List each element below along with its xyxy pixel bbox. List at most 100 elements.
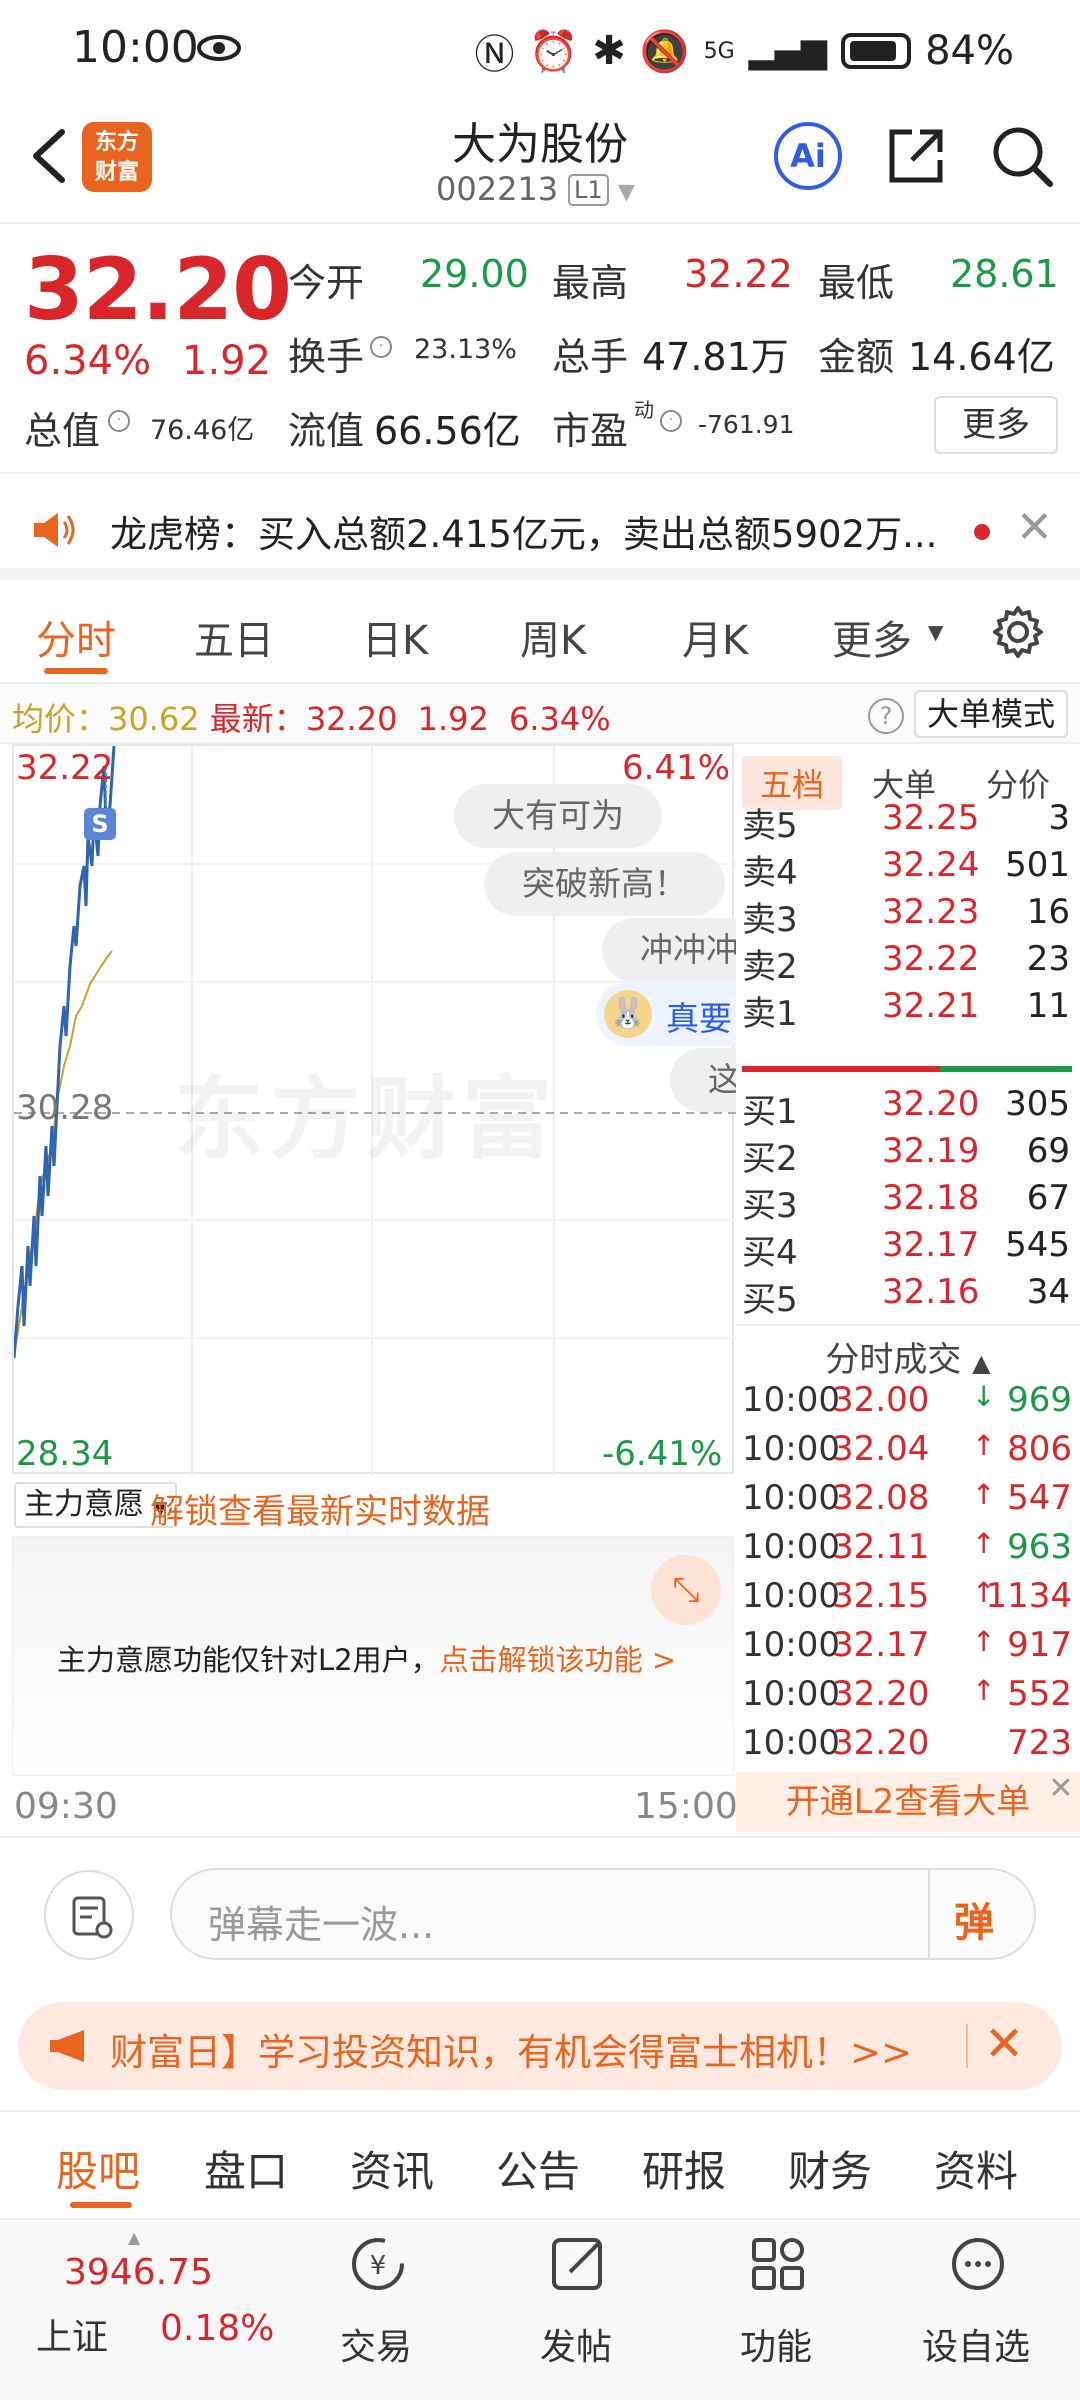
pct-axis-top: 6.41% bbox=[622, 748, 731, 788]
open-value: 29.00 bbox=[420, 252, 529, 296]
nav-add-watchlist[interactable]: 设自选 bbox=[896, 2222, 1056, 2400]
danmaku-bubble[interactable]: 突破新高！ bbox=[484, 852, 725, 916]
tab-more[interactable]: 更多 bbox=[832, 608, 912, 666]
ask-label: 卖4 bbox=[742, 853, 798, 893]
stock-code[interactable]: 002213 bbox=[436, 170, 558, 208]
trade-row[interactable]: 10:00 32.17 ↑ 917 bbox=[742, 1625, 1076, 1675]
unlock-feature-link[interactable]: 点击解锁该功能 > bbox=[440, 1643, 677, 1677]
expand-icon[interactable]: ⤡ bbox=[651, 1555, 721, 1625]
trade-row[interactable]: 10:00 32.08 ↑ 547 bbox=[742, 1478, 1076, 1528]
tab-forum[interactable]: 股吧 bbox=[56, 2138, 140, 2199]
network-icon: 5G bbox=[703, 38, 735, 64]
tab-news[interactable]: 资讯 bbox=[350, 2138, 434, 2199]
promo-banner[interactable]: 财富日】学习投资知识，有机会得富士相机！>> ✕ bbox=[18, 2002, 1062, 2090]
danmaku-bubble[interactable]: 冲冲冲 bbox=[602, 918, 736, 982]
nav-trade[interactable]: ¥ 交易 bbox=[296, 2222, 456, 2400]
trade-row[interactable]: 10:00 32.20 723 bbox=[742, 1723, 1076, 1773]
bid-row[interactable]: 买3 32.18 67 bbox=[742, 1178, 1076, 1226]
nav-post[interactable]: 发帖 bbox=[496, 2222, 656, 2400]
trade-row[interactable]: 10:00 32.00 ↓ 969 bbox=[742, 1380, 1076, 1430]
trade-volume: 552 bbox=[1007, 1674, 1072, 1714]
bid-row[interactable]: 买5 32.16 34 bbox=[742, 1272, 1076, 1320]
quote-panel: 32.20 6.34% 1.92 今开 29.00 最高 32.22 最低 28… bbox=[0, 226, 1080, 472]
tab-daily-k[interactable]: 日K bbox=[362, 608, 428, 666]
tab-market-depth[interactable]: 盘口 bbox=[204, 2138, 288, 2199]
float-label: 流值 bbox=[288, 409, 365, 453]
tab-financials[interactable]: 财务 bbox=[788, 2138, 872, 2199]
banner-text[interactable]: 龙虎榜：买入总额2.415亿元，卖出总额5902万... bbox=[110, 504, 937, 558]
status-bar: 10:00 Ⓝ ⏰ ✱ 🔕 5G ▂▄▆ 84% bbox=[0, 0, 1080, 100]
chevron-down-icon[interactable]: ▼ bbox=[618, 180, 635, 205]
ask-volume: 11 bbox=[1026, 986, 1070, 1026]
trade-volume: 547 bbox=[1007, 1478, 1072, 1518]
content-tabs: 股吧 盘口 资讯 公告 研报 财务 资料 bbox=[0, 2110, 1080, 2220]
news-banner[interactable]: 龙虎榜：买入总额2.415亿元，卖出总额5902万... ✕ bbox=[0, 472, 1080, 580]
ask-row[interactable]: 卖1 32.21 11 bbox=[742, 986, 1076, 1034]
caret-up-icon: ▲ bbox=[972, 1349, 991, 1377]
main-force-panel: ⤡ 主力意愿功能仅针对L2用户，点击解锁该功能 > bbox=[12, 1536, 734, 1776]
info-icon[interactable]: · bbox=[108, 410, 130, 432]
bid-price: 32.19 bbox=[882, 1131, 980, 1171]
ask-row[interactable]: 卖5 32.25 3 bbox=[742, 798, 1076, 846]
pe-superscript: 动 bbox=[634, 398, 654, 422]
nav-functions[interactable]: 功能 bbox=[696, 2222, 856, 2400]
more-button[interactable]: 更多 bbox=[934, 396, 1058, 454]
danmaku-bubble[interactable]: 这 bbox=[670, 1048, 736, 1112]
ai-button[interactable]: Ai bbox=[774, 122, 842, 190]
ask-volume: 3 bbox=[1048, 798, 1070, 838]
info-icon[interactable]: · bbox=[660, 410, 682, 432]
avg-value: 30.62 bbox=[108, 700, 200, 738]
tab-announcements[interactable]: 公告 bbox=[496, 2138, 580, 2199]
close-icon[interactable]: ✕ bbox=[1044, 1774, 1078, 1808]
trade-direction-icon: ↑ bbox=[972, 1674, 996, 1707]
bid-price: 32.16 bbox=[882, 1272, 980, 1312]
info-icon[interactable]: · bbox=[370, 336, 392, 358]
tab-research[interactable]: 研报 bbox=[642, 2138, 726, 2199]
bid-row[interactable]: 买1 32.20 305 bbox=[742, 1084, 1076, 1132]
time-axis-end: 15:00 bbox=[634, 1786, 738, 1827]
bid-row[interactable]: 买4 32.17 545 bbox=[742, 1225, 1076, 1273]
trade-time: 10:00 bbox=[742, 1625, 840, 1665]
y-axis-top: 32.22 bbox=[16, 748, 114, 788]
tab-profile[interactable]: 资料 bbox=[934, 2138, 1018, 2199]
chevron-down-icon[interactable]: ▼ bbox=[928, 620, 943, 644]
sell-marker[interactable]: S bbox=[84, 808, 116, 840]
trades-header[interactable]: 分时成交 ▲ bbox=[736, 1324, 1080, 1380]
bid-row[interactable]: 买2 32.19 69 bbox=[742, 1131, 1076, 1179]
tab-weekly-k[interactable]: 周K bbox=[520, 608, 586, 666]
tab-monthly-k[interactable]: 月K bbox=[682, 608, 748, 666]
unlock-link[interactable]: 解锁查看最新实时数据 bbox=[150, 1484, 490, 1533]
comment-settings-icon[interactable] bbox=[44, 1870, 134, 1960]
share-icon[interactable] bbox=[884, 124, 948, 188]
close-icon[interactable]: ✕ bbox=[984, 2016, 1024, 2072]
danmaku-send-button[interactable]: 弹 bbox=[954, 1890, 994, 1948]
trade-row[interactable]: 10:00 32.15 ↑ 1134 bbox=[742, 1576, 1076, 1626]
danmaku-bubble[interactable]: 🐰 真要 bbox=[596, 982, 736, 1046]
search-icon[interactable] bbox=[988, 122, 1056, 190]
tab-intraday[interactable]: 分时 bbox=[36, 608, 116, 666]
trade-price: 32.11 bbox=[832, 1527, 930, 1567]
ask-volume: 23 bbox=[1026, 939, 1070, 979]
index-name[interactable]: 上证 bbox=[36, 2308, 108, 2360]
danmaku-bubble[interactable]: 大有可为 bbox=[454, 784, 662, 848]
ask-row[interactable]: 卖3 32.23 16 bbox=[742, 892, 1076, 940]
tab-five-day[interactable]: 五日 bbox=[194, 608, 274, 666]
big-order-mode-button[interactable]: 大单模式 bbox=[914, 690, 1068, 738]
trade-row[interactable]: 10:00 32.11 ↑ 963 bbox=[742, 1527, 1076, 1577]
ask-row[interactable]: 卖2 32.22 23 bbox=[742, 939, 1076, 987]
index-pct[interactable]: 0.18% bbox=[160, 2308, 274, 2349]
open-l2-button[interactable]: 开通L2查看大单 bbox=[736, 1772, 1080, 1832]
intraday-chart[interactable]: 东方财富 32.22 6.41% 30.28 28.34 -6.41% S 大有… bbox=[12, 744, 736, 1476]
trade-row[interactable]: 10:00 32.04 ↑ 806 bbox=[742, 1429, 1076, 1479]
gear-icon[interactable] bbox=[990, 604, 1046, 660]
trade-row[interactable]: 10:00 32.20 ↑ 552 bbox=[742, 1674, 1076, 1724]
l2-notice: 主力意愿功能仅针对L2用户，点击解锁该功能 > bbox=[57, 1637, 676, 1679]
trade-direction-icon: ↑ bbox=[972, 1478, 996, 1511]
ask-row[interactable]: 卖4 32.24 501 bbox=[742, 845, 1076, 893]
ask-volume: 501 bbox=[1005, 845, 1070, 885]
trade-price: 32.15 bbox=[832, 1576, 930, 1616]
close-icon[interactable]: ✕ bbox=[1016, 502, 1053, 553]
help-icon[interactable]: ? bbox=[868, 698, 904, 734]
index-value[interactable]: 3946.75 bbox=[64, 2252, 213, 2293]
promo-text[interactable]: 财富日】学习投资知识，有机会得富士相机！>> bbox=[110, 2022, 912, 2076]
